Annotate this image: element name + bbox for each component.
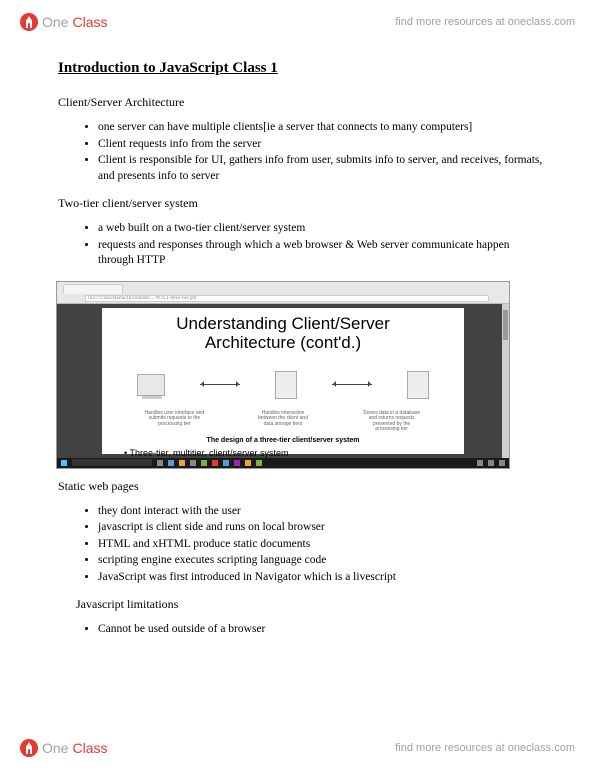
- list-item: Cannot be used outside of a browser: [98, 622, 547, 638]
- list-item: JavaScript was first introduced in Navig…: [98, 570, 547, 586]
- list-item: they dont interact with the user: [98, 504, 547, 520]
- footer-tagline[interactable]: find more resources at oneclass.com: [395, 742, 575, 754]
- tray-icon[interactable]: [499, 460, 505, 466]
- list-item: HTML and xHTML produce static documents: [98, 537, 547, 553]
- list-item: javascript is client side and runs on lo…: [98, 520, 547, 536]
- list-item: a web built on a two-tier client/server …: [98, 221, 547, 237]
- arrow-icon: [332, 384, 372, 385]
- list-item: Client is responsible for UI, gathers in…: [98, 153, 547, 184]
- page-header: OneClass find more resources at oneclass…: [0, 6, 595, 38]
- bullet-list: one server can have multiple clients[ie …: [98, 120, 547, 184]
- app-icon[interactable]: [190, 460, 196, 466]
- browser-tab[interactable]: [63, 284, 123, 294]
- browser-chrome: file:///Users/Home/Documents/.../W1L1-th…: [57, 282, 509, 304]
- tier-desc: Stores data in a database and returns re…: [362, 411, 422, 433]
- slide-caption: The design of a three-tier client/server…: [110, 437, 456, 444]
- tray-icon[interactable]: [488, 460, 494, 466]
- bullet-list: Cannot be used outside of a browser: [98, 622, 547, 638]
- scrollbar[interactable]: [502, 304, 509, 458]
- database-box-icon: [407, 371, 429, 399]
- task-view-icon[interactable]: [157, 460, 163, 466]
- list-item: Client requests info from the server: [98, 137, 547, 153]
- slide-title-line1: Understanding Client/Server: [176, 314, 390, 333]
- list-item: requests and responses through which a w…: [98, 238, 547, 269]
- document-body: Introduction to JavaScript Class 1 Clien…: [58, 60, 547, 650]
- slide-content: Understanding Client/Server Architecture…: [102, 308, 464, 454]
- tier-desc: Handles user interface and submits reque…: [144, 411, 204, 433]
- brand-logo: OneClass: [20, 739, 107, 757]
- app-icon[interactable]: [201, 460, 207, 466]
- logo-text-class: Class: [72, 740, 107, 756]
- list-item: scripting engine executes scripting lang…: [98, 553, 547, 569]
- section-heading: Static web pages: [58, 479, 547, 494]
- arrow-icon: [200, 384, 240, 385]
- taskbar: [57, 458, 509, 468]
- tray-icon[interactable]: [477, 460, 483, 466]
- embedded-screenshot: file:///Users/Home/Documents/.../W1L1-th…: [56, 281, 510, 469]
- list-item: one server can have multiple clients[ie …: [98, 120, 547, 136]
- header-tagline[interactable]: find more resources at oneclass.com: [395, 16, 575, 28]
- windows-start-icon[interactable]: [61, 460, 67, 466]
- tier-desc: Handles interaction between the client a…: [253, 411, 313, 433]
- bullet-list: they dont interact with the user javascr…: [98, 504, 547, 586]
- logo-text-one: One: [42, 740, 68, 756]
- tier-diagram: [120, 361, 446, 409]
- logo-icon: [20, 739, 38, 757]
- app-icon[interactable]: [256, 460, 262, 466]
- page-title: Introduction to JavaScript Class 1: [58, 60, 547, 77]
- brand-logo: OneClass: [20, 13, 107, 31]
- app-icon[interactable]: [179, 460, 185, 466]
- tier-descriptions: Handles user interface and submits reque…: [120, 411, 446, 433]
- section-heading: Two-tier client/server system: [58, 196, 547, 211]
- slide-title: Understanding Client/Server Architecture…: [110, 314, 456, 353]
- logo-text-one: One: [42, 14, 68, 30]
- logo-icon: [20, 13, 38, 31]
- page-footer: OneClass find more resources at oneclass…: [0, 732, 595, 764]
- bullet-list: a web built on a two-tier client/server …: [98, 221, 547, 269]
- taskbar-search[interactable]: [72, 459, 152, 466]
- slide-bullet: Three-tier, multitier, client/server sys…: [130, 448, 289, 458]
- app-icon[interactable]: [245, 460, 251, 466]
- app-icon[interactable]: [223, 460, 229, 466]
- section-heading: Client/Server Architecture: [58, 95, 547, 110]
- logo-text-class: Class: [72, 14, 107, 30]
- slide-title-line2: Architecture (cont'd.): [205, 333, 361, 352]
- app-icon[interactable]: [168, 460, 174, 466]
- client-box-icon: [137, 374, 165, 396]
- section-heading: Javascript limitations: [76, 597, 547, 612]
- server-box-icon: [275, 371, 297, 399]
- address-bar[interactable]: file:///Users/Home/Documents/.../W1L1-th…: [85, 295, 489, 302]
- app-icon[interactable]: [234, 460, 240, 466]
- app-icon[interactable]: [212, 460, 218, 466]
